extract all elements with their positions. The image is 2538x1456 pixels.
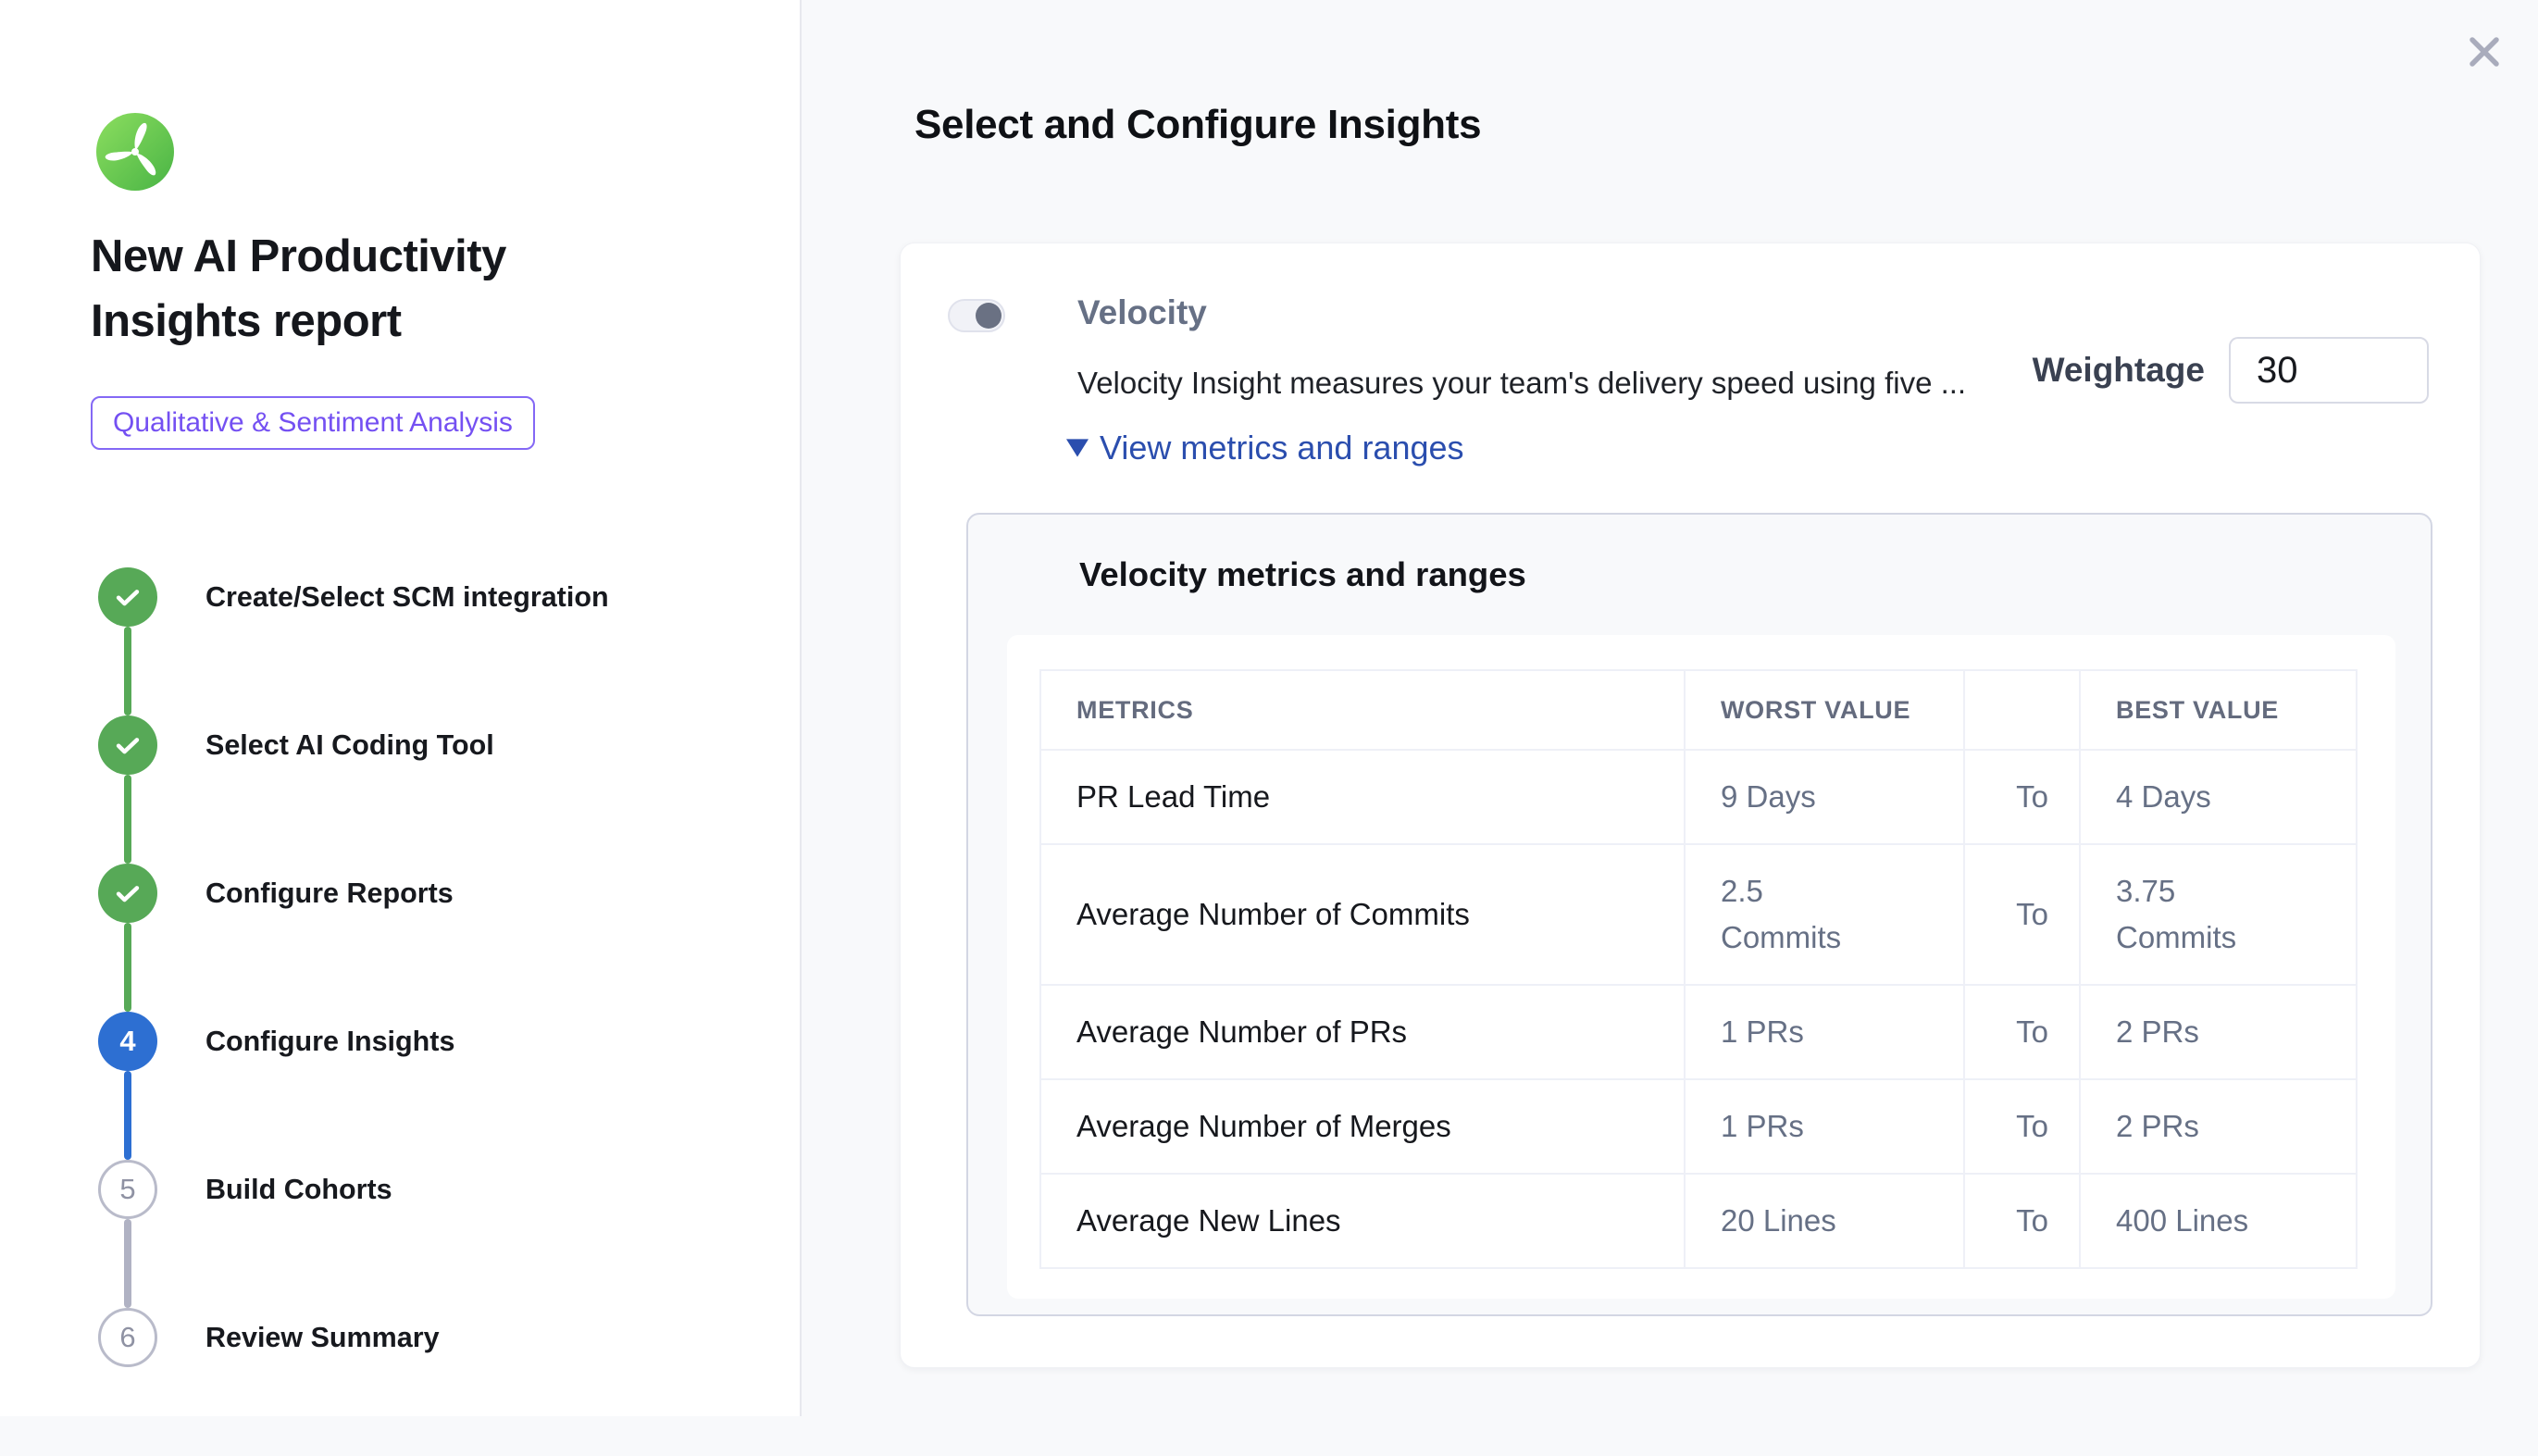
step-connector (124, 627, 131, 716)
stepper-step[interactable]: 5 Build Cohorts (98, 1160, 746, 1219)
propeller-logo-icon (96, 113, 174, 191)
step-label: Create/Select SCM integration (205, 581, 609, 614)
view-metrics-link[interactable]: View metrics and ranges (1066, 429, 1464, 467)
step-circle (98, 864, 157, 923)
to-cell: To (1964, 844, 2080, 985)
metric-name-cell: Average New Lines (1040, 1174, 1685, 1268)
check-icon (112, 581, 143, 613)
metrics-table: METRICS WORST VALUE BEST VALUE PR Lead T… (1039, 669, 2358, 1269)
report-type-badge: Qualitative & Sentiment Analysis (91, 396, 535, 450)
stepper-step[interactable]: Select AI Coding Tool (98, 716, 746, 775)
toggle-knob (976, 303, 1002, 329)
configure-insights-panel: Select and Configure Insights Velocity V… (802, 0, 2538, 1416)
step-label: Configure Insights (205, 1026, 454, 1058)
to-cell: To (1964, 750, 2080, 844)
velocity-metrics-panel: Velocity metrics and ranges METRICS WORS… (966, 513, 2432, 1316)
step-label: Configure Reports (205, 877, 454, 910)
step-circle: 5 (98, 1160, 157, 1219)
insight-name: Velocity (1077, 293, 1207, 332)
header-to (1964, 670, 2080, 750)
worst-value-cell: 20 Lines (1685, 1174, 1964, 1268)
table-header-row: METRICS WORST VALUE BEST VALUE (1040, 670, 2357, 750)
stepper-step[interactable]: 4 Configure Insights (98, 1012, 746, 1071)
velocity-insight-card: Velocity Velocity Insight measures your … (900, 243, 2481, 1368)
step-label: Select AI Coding Tool (205, 729, 494, 762)
best-value-cell: 3.75 Commits (2080, 844, 2357, 985)
step-circle: 6 (98, 1308, 157, 1367)
view-metrics-label: View metrics and ranges (1100, 429, 1464, 467)
step-circle (98, 716, 157, 775)
best-value-cell: 400 Lines (2080, 1174, 2357, 1268)
to-cell: To (1964, 985, 2080, 1079)
weightage-label: Weightage (2033, 351, 2205, 390)
step-connector (124, 1071, 131, 1160)
to-cell: To (1964, 1174, 2080, 1268)
velocity-toggle[interactable] (948, 299, 1005, 332)
table-row: Average Number of Commits 2.5 Commits To… (1040, 844, 2357, 985)
step-number: 4 (119, 1025, 135, 1058)
report-title: New AI Productivity Insights report (91, 225, 628, 354)
header-metrics: METRICS (1040, 670, 1685, 750)
best-value-cell: 2 PRs (2080, 985, 2357, 1079)
stepper-step[interactable]: Create/Select SCM integration (98, 567, 746, 627)
metrics-table-body: PR Lead Time 9 Days To 4 Days Average Nu… (1040, 750, 2357, 1268)
step-circle: 4 (98, 1012, 157, 1071)
stepper-step[interactable]: 6 Review Summary (98, 1308, 746, 1367)
wizard-sidebar: New AI Productivity Insights report Qual… (0, 0, 802, 1416)
metric-name-cell: PR Lead Time (1040, 750, 1685, 844)
best-value-cell: 2 PRs (2080, 1079, 2357, 1174)
table-row: Average New Lines 20 Lines To 400 Lines (1040, 1174, 2357, 1268)
worst-value-cell: 1 PRs (1685, 1079, 1964, 1174)
stepper: Create/Select SCM integration Select AI … (98, 567, 746, 1456)
triangle-down-icon (1066, 439, 1089, 457)
close-icon (2465, 32, 2504, 71)
weightage-group: Weightage (2033, 337, 2429, 404)
insight-description: Velocity Insight measures your team's de… (1077, 366, 1966, 401)
check-icon (112, 877, 143, 909)
metric-name-cell: Average Number of Merges (1040, 1079, 1685, 1174)
weightage-input[interactable] (2229, 337, 2429, 404)
worst-value-cell: 9 Days (1685, 750, 1964, 844)
step-label: Build Cohorts (205, 1174, 392, 1206)
step-number: 5 (119, 1173, 135, 1206)
metrics-table-card: METRICS WORST VALUE BEST VALUE PR Lead T… (1007, 635, 2395, 1299)
step-circle (98, 567, 157, 627)
table-row: Average Number of PRs 1 PRs To 2 PRs (1040, 985, 2357, 1079)
header-best-value: BEST VALUE (2080, 670, 2357, 750)
step-connector (124, 1219, 131, 1308)
step-connector (124, 775, 131, 864)
worst-value-cell: 1 PRs (1685, 985, 1964, 1079)
worst-value-cell: 2.5 Commits (1685, 844, 1964, 985)
panel-title: Select and Configure Insights (914, 102, 1481, 148)
step-label: Review Summary (205, 1322, 440, 1354)
step-number: 6 (119, 1321, 135, 1354)
table-row: Average Number of Merges 1 PRs To 2 PRs (1040, 1079, 2357, 1174)
check-icon (112, 729, 143, 761)
table-row: PR Lead Time 9 Days To 4 Days (1040, 750, 2357, 844)
stepper-step[interactable]: Configure Reports (98, 864, 746, 923)
metrics-panel-title: Velocity metrics and ranges (1079, 555, 1526, 594)
step-connector (124, 923, 131, 1012)
to-cell: To (1964, 1079, 2080, 1174)
close-button[interactable] (2462, 30, 2507, 74)
header-worst-value: WORST VALUE (1685, 670, 1964, 750)
metric-name-cell: Average Number of PRs (1040, 985, 1685, 1079)
best-value-cell: 4 Days (2080, 750, 2357, 844)
metric-name-cell: Average Number of Commits (1040, 844, 1685, 985)
